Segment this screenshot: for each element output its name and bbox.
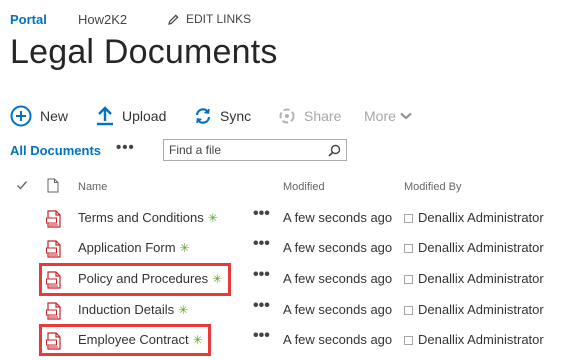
presence-indicator (404, 244, 413, 253)
new-item-icon: ✳ (207, 211, 218, 225)
more-button[interactable]: More (364, 102, 412, 130)
presence-indicator (404, 214, 413, 223)
file-name-text: Terms and Conditions (78, 210, 204, 225)
row-modified-by[interactable]: Denallix Administrator (418, 332, 544, 347)
highlight-box-policy-and-procedures (39, 263, 231, 296)
pdf-file-icon (46, 210, 62, 233)
file-name-link[interactable]: Application Form ✳ (78, 240, 190, 255)
row-modified-by[interactable]: Denallix Administrator (418, 271, 544, 286)
select-all-check-icon[interactable] (16, 179, 28, 191)
chevron-down-icon (400, 112, 412, 120)
edit-links-button[interactable]: EDIT LINKS (168, 12, 251, 26)
magnifier-icon[interactable] (328, 144, 341, 157)
new-label: New (40, 108, 69, 124)
pdf-file-icon (46, 302, 62, 325)
column-header-name[interactable]: Name (78, 181, 107, 193)
row-modified-by[interactable]: Denallix Administrator (418, 302, 544, 317)
sync-label: Sync (220, 108, 252, 124)
row-modified-by[interactable]: Denallix Administrator (418, 210, 544, 225)
view-options-ellipsis[interactable]: ••• (116, 139, 135, 156)
sync-button[interactable]: Sync (194, 102, 251, 130)
table-row[interactable]: Terms and Conditions ✳ ••• A few seconds ag… (0, 203, 564, 233)
highlight-box-employee-contract (39, 324, 211, 356)
page-title: Legal Documents (10, 33, 278, 71)
row-actions-ellipsis[interactable]: ••• (253, 297, 270, 315)
document-type-icon (47, 178, 59, 193)
row-actions-ellipsis[interactable]: ••• (253, 266, 270, 284)
topnav-portal-link[interactable]: Portal (10, 12, 47, 27)
share-label: Share (304, 108, 342, 124)
table-row[interactable]: Induction Details ✳ ••• A few seconds ago De… (0, 295, 564, 325)
new-item-icon: ✳ (178, 303, 189, 317)
presence-indicator (404, 336, 413, 345)
row-modified: A few seconds ago (283, 332, 393, 347)
view-all-documents[interactable]: All Documents (10, 143, 101, 158)
row-modified: A few seconds ago (283, 302, 393, 317)
upload-arrow-icon (97, 106, 113, 126)
row-modified-by[interactable]: Denallix Administrator (418, 240, 544, 255)
topnav-how2k2-link[interactable]: How2K2 (78, 12, 127, 27)
more-label: More (364, 108, 396, 124)
file-name-text: Induction Details (78, 302, 175, 317)
file-name-link[interactable]: Terms and Conditions ✳ (78, 210, 218, 225)
row-modified: A few seconds ago (283, 271, 393, 286)
file-name-text: Application Form (78, 240, 176, 255)
pdf-file-icon (46, 240, 62, 263)
search-input[interactable] (169, 143, 319, 157)
table-row[interactable]: Application Form ✳ ••• A few seconds ago Den… (0, 233, 564, 263)
column-header-modified[interactable]: Modified (283, 181, 325, 193)
edit-links-label: EDIT LINKS (186, 12, 252, 26)
row-actions-ellipsis[interactable]: ••• (253, 205, 270, 223)
search-box[interactable] (163, 139, 347, 161)
file-name-link[interactable]: Induction Details ✳ (78, 302, 188, 317)
upload-button[interactable]: Upload (96, 102, 166, 130)
new-item-icon: ✳ (179, 241, 190, 255)
share-icon (279, 108, 295, 124)
row-actions-ellipsis[interactable]: ••• (253, 235, 270, 253)
share-button[interactable]: Share (278, 102, 341, 130)
column-header-modified-by[interactable]: Modified By (404, 181, 461, 193)
row-modified: A few seconds ago (283, 240, 393, 255)
presence-indicator (404, 275, 413, 284)
plus-circle-icon (10, 105, 32, 127)
presence-indicator (404, 306, 413, 315)
pencil-icon (168, 14, 179, 25)
sync-icon (195, 108, 211, 124)
row-actions-ellipsis[interactable]: ••• (253, 327, 270, 345)
new-button[interactable]: New (10, 102, 68, 130)
row-modified: A few seconds ago (283, 210, 393, 225)
upload-label: Upload (122, 108, 167, 124)
